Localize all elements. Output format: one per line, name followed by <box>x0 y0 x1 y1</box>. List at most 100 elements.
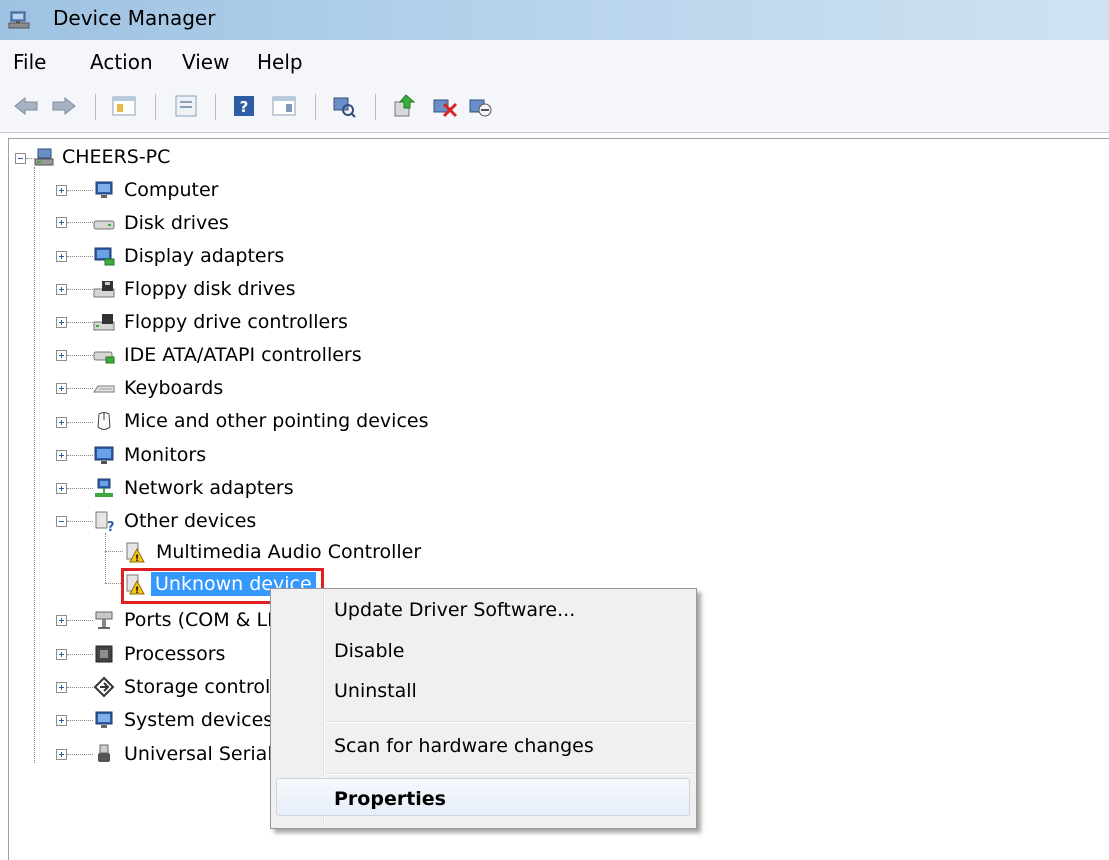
expand-toggle[interactable] <box>56 185 67 196</box>
disk-drive-icon <box>93 220 115 230</box>
expand-toggle[interactable] <box>56 317 67 328</box>
tree-line <box>105 551 123 552</box>
floppy-controller-icon <box>93 314 115 331</box>
computer-icon <box>95 181 113 198</box>
toolbar-separator <box>95 94 96 120</box>
context-menu-separator <box>325 773 693 775</box>
menu-item-uninstall[interactable]: Uninstall <box>334 680 417 702</box>
menu-item-scan-hardware[interactable]: Scan for hardware changes <box>334 735 594 757</box>
tree-item-label: System devices <box>124 709 274 731</box>
port-icon <box>95 611 113 629</box>
expand-toggle[interactable] <box>56 483 67 494</box>
tree-line <box>34 167 35 763</box>
tree-item-label: Other devices <box>124 510 257 532</box>
tree-item-label: IDE ATA/ATAPI controllers <box>124 344 362 366</box>
tree-item-label: Floppy drive controllers <box>124 311 348 333</box>
properties-icon[interactable] <box>172 92 200 120</box>
scan-hardware-icon[interactable] <box>330 92 358 120</box>
tree-item-label: Computer <box>124 179 219 201</box>
menu-file[interactable]: File <box>11 50 48 74</box>
title-bar: Device Manager <box>0 0 1109 40</box>
svg-text:?: ? <box>107 520 115 532</box>
disable-icon[interactable] <box>466 92 494 120</box>
update-driver-icon[interactable] <box>390 92 418 120</box>
svg-text:?: ? <box>240 98 249 116</box>
collapse-toggle[interactable] <box>56 516 67 527</box>
expand-toggle[interactable] <box>56 251 67 262</box>
tree-item-label: Multimedia Audio Controller <box>156 541 422 563</box>
processor-icon <box>95 645 113 663</box>
expand-toggle[interactable] <box>56 417 67 428</box>
mouse-icon <box>97 412 111 430</box>
toolbar-separator <box>215 94 216 120</box>
expand-toggle[interactable] <box>56 649 67 660</box>
menu-action[interactable]: Action <box>88 50 155 74</box>
uninstall-icon[interactable] <box>430 92 458 120</box>
menu-item-update-driver[interactable]: Update Driver Software... <box>334 599 575 621</box>
tree-line <box>67 388 93 389</box>
tree-line <box>67 654 93 655</box>
floppy-disk-icon <box>93 281 115 298</box>
computer-root-icon <box>34 148 54 166</box>
tree-item-label: Display adapters <box>124 245 285 267</box>
tree-line <box>67 190 93 191</box>
help-icon[interactable]: ? <box>230 92 258 120</box>
storage-controller-icon <box>93 676 115 698</box>
menu-view[interactable]: View <box>180 50 231 74</box>
toolbar: ? <box>0 82 1109 133</box>
tree-item-label: Floppy disk drives <box>124 278 296 300</box>
tree-line <box>67 488 93 489</box>
back-arrow-icon[interactable] <box>12 92 40 120</box>
tree-item-label: Network adapters <box>124 477 294 499</box>
expand-toggle[interactable] <box>56 350 67 361</box>
tree-line <box>67 687 93 688</box>
tree-line <box>67 720 93 721</box>
action-pane-icon[interactable] <box>270 92 298 120</box>
tree-root-label[interactable]: CHEERS-PC <box>62 146 170 168</box>
expand-toggle[interactable] <box>56 383 67 394</box>
svg-text:!: ! <box>135 554 139 563</box>
toolbar-separator <box>155 94 156 120</box>
tree-line <box>67 455 93 456</box>
device-manager-icon <box>8 11 30 29</box>
menu-help[interactable]: Help <box>255 50 305 74</box>
menu-item-disable[interactable]: Disable <box>334 640 404 662</box>
expand-toggle[interactable] <box>56 450 67 461</box>
expand-toggle[interactable] <box>56 284 67 295</box>
forward-arrow-icon[interactable] <box>50 92 78 120</box>
tree-line <box>67 322 93 323</box>
tree-line <box>67 256 93 257</box>
expand-toggle[interactable] <box>56 217 67 228</box>
tree-item-label: Keyboards <box>124 377 224 399</box>
tree-line <box>67 620 93 621</box>
toolbar-separator <box>315 94 316 120</box>
expand-toggle[interactable] <box>56 682 67 693</box>
expand-toggle[interactable] <box>56 749 67 760</box>
warning-device-icon: ! <box>126 542 145 563</box>
tree-item-label: Processors <box>124 643 226 665</box>
tree-item-label: Mice and other pointing devices <box>124 410 429 432</box>
tree-item-label: Disk drives <box>124 212 229 234</box>
menu-bar: File Action View Help <box>0 40 1109 83</box>
tree-item-label: Monitors <box>124 444 207 466</box>
keyboard-icon <box>93 385 115 393</box>
tree-line <box>67 289 93 290</box>
tree-line <box>105 533 106 583</box>
monitor-icon <box>94 446 114 464</box>
tree-line <box>67 422 93 423</box>
other-devices-icon: ? <box>95 511 115 532</box>
tree-line <box>67 754 93 755</box>
window-title: Device Manager <box>53 6 216 30</box>
display-adapter-icon <box>94 247 115 266</box>
tree-line <box>67 521 93 522</box>
tree-line <box>67 222 93 223</box>
console-tree-icon[interactable] <box>110 92 138 120</box>
expand-toggle[interactable] <box>56 615 67 626</box>
collapse-root-toggle[interactable] <box>15 153 26 164</box>
usb-icon <box>98 744 110 762</box>
context-menu-separator <box>325 721 693 723</box>
network-adapter-icon <box>95 478 113 497</box>
expand-toggle[interactable] <box>56 715 67 726</box>
toolbar-separator <box>375 94 376 120</box>
menu-item-properties[interactable]: Properties <box>334 788 446 810</box>
